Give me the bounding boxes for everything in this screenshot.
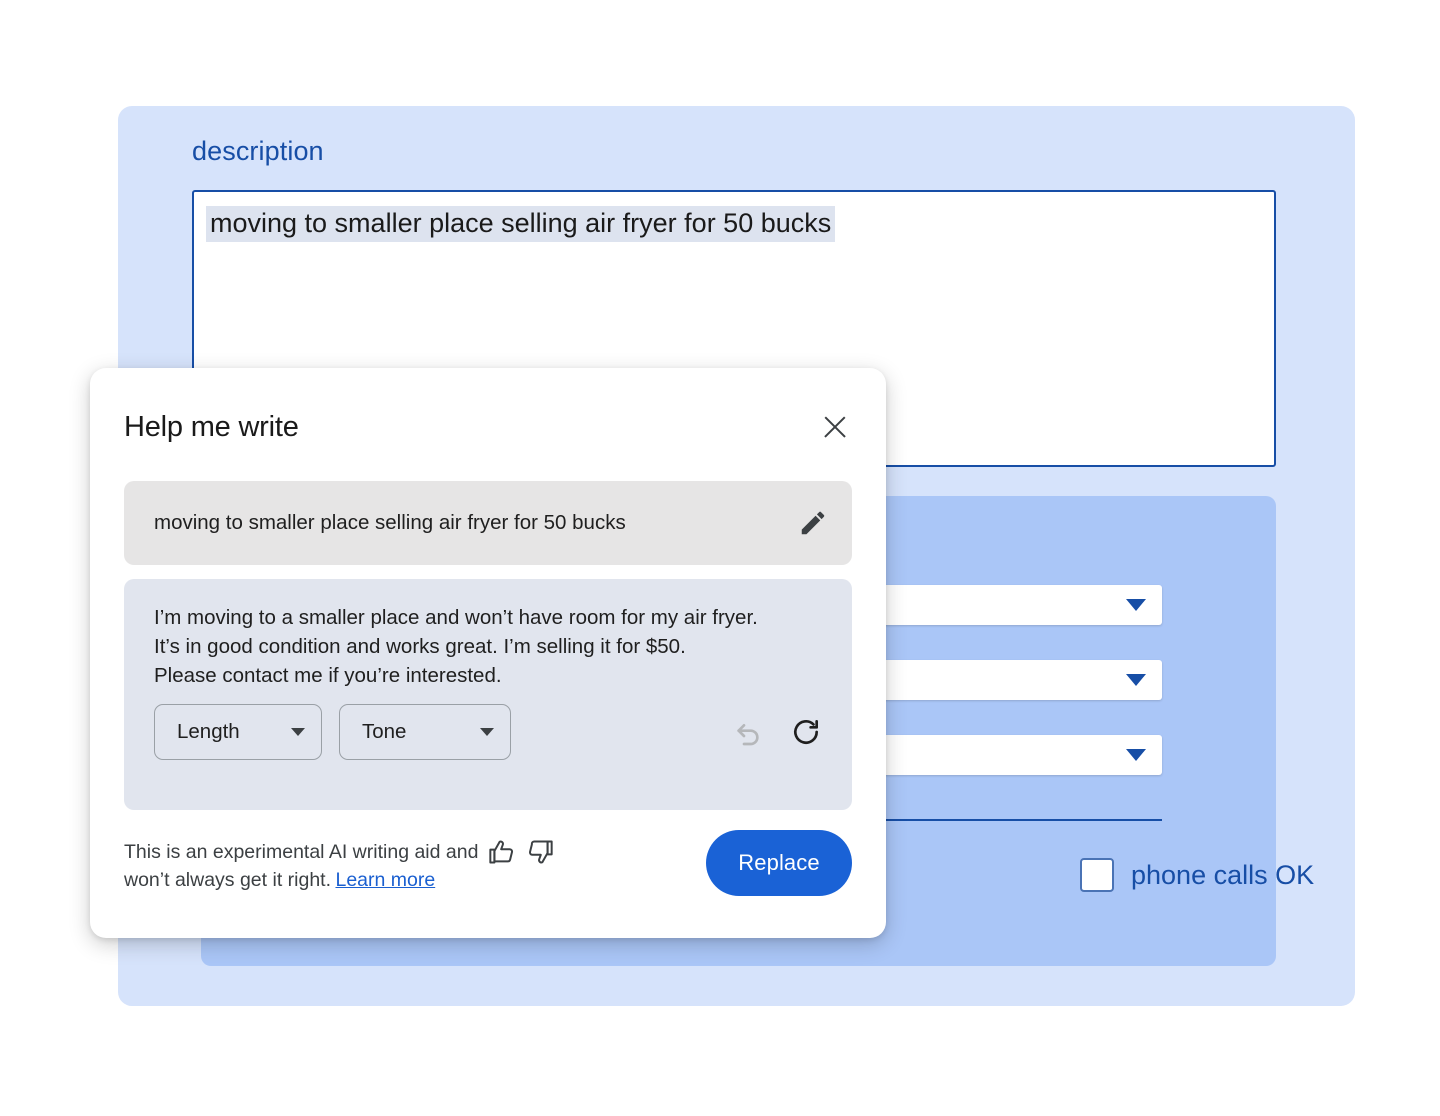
- close-icon[interactable]: [818, 410, 852, 444]
- tone-dropdown[interactable]: Tone: [339, 704, 511, 760]
- thumbs-down-icon[interactable]: [526, 838, 554, 866]
- result-action-icons: [732, 716, 822, 748]
- phone-calls-label: phone calls OK: [1131, 859, 1315, 890]
- replace-button[interactable]: Replace: [706, 830, 852, 896]
- description-field-label: description: [192, 136, 324, 166]
- generated-text: I’m moving to a smaller place and won’t …: [154, 606, 758, 688]
- prompt-chip[interactable]: moving to smaller place selling air frye…: [124, 481, 852, 565]
- chevron-down-icon: [1126, 749, 1146, 761]
- generation-controls: Length Tone: [154, 701, 822, 763]
- help-me-write-dialog: Help me write moving to smaller place se…: [90, 368, 886, 938]
- chevron-down-icon: [291, 728, 305, 736]
- pencil-icon[interactable]: [798, 508, 828, 538]
- disclaimer-block: This is an experimental AI writing aid a…: [124, 830, 554, 895]
- phone-calls-checkbox[interactable]: [1080, 858, 1114, 892]
- prompt-text: moving to smaller place selling air frye…: [154, 511, 626, 534]
- length-dropdown-label: Length: [177, 720, 240, 743]
- length-dropdown[interactable]: Length: [154, 704, 322, 760]
- dialog-footer: This is an experimental AI writing aid a…: [124, 830, 852, 896]
- learn-more-link[interactable]: Learn more: [335, 869, 435, 891]
- thumbs-up-icon[interactable]: [488, 838, 516, 866]
- tone-dropdown-label: Tone: [362, 720, 407, 743]
- chevron-down-icon: [1126, 674, 1146, 686]
- disclaimer-text-part2: won’t always get it right.: [124, 869, 332, 892]
- chevron-down-icon: [480, 728, 494, 736]
- disclaimer-line-1: This is an experimental AI writing aid a…: [124, 838, 554, 866]
- chevron-down-icon: [1126, 599, 1146, 611]
- disclaimer-text-part1: This is an experimental AI writing aid a…: [124, 841, 479, 863]
- undo-icon[interactable]: [732, 716, 764, 748]
- description-textarea-value: moving to smaller place selling air frye…: [206, 206, 836, 243]
- dialog-header: Help me write: [124, 410, 852, 444]
- dialog-title: Help me write: [124, 410, 299, 443]
- generated-result-card: I’m moving to a smaller place and won’t …: [124, 579, 852, 810]
- disclaimer-line-2: won’t always get it right. Learn more: [124, 866, 554, 894]
- refresh-icon[interactable]: [790, 716, 822, 748]
